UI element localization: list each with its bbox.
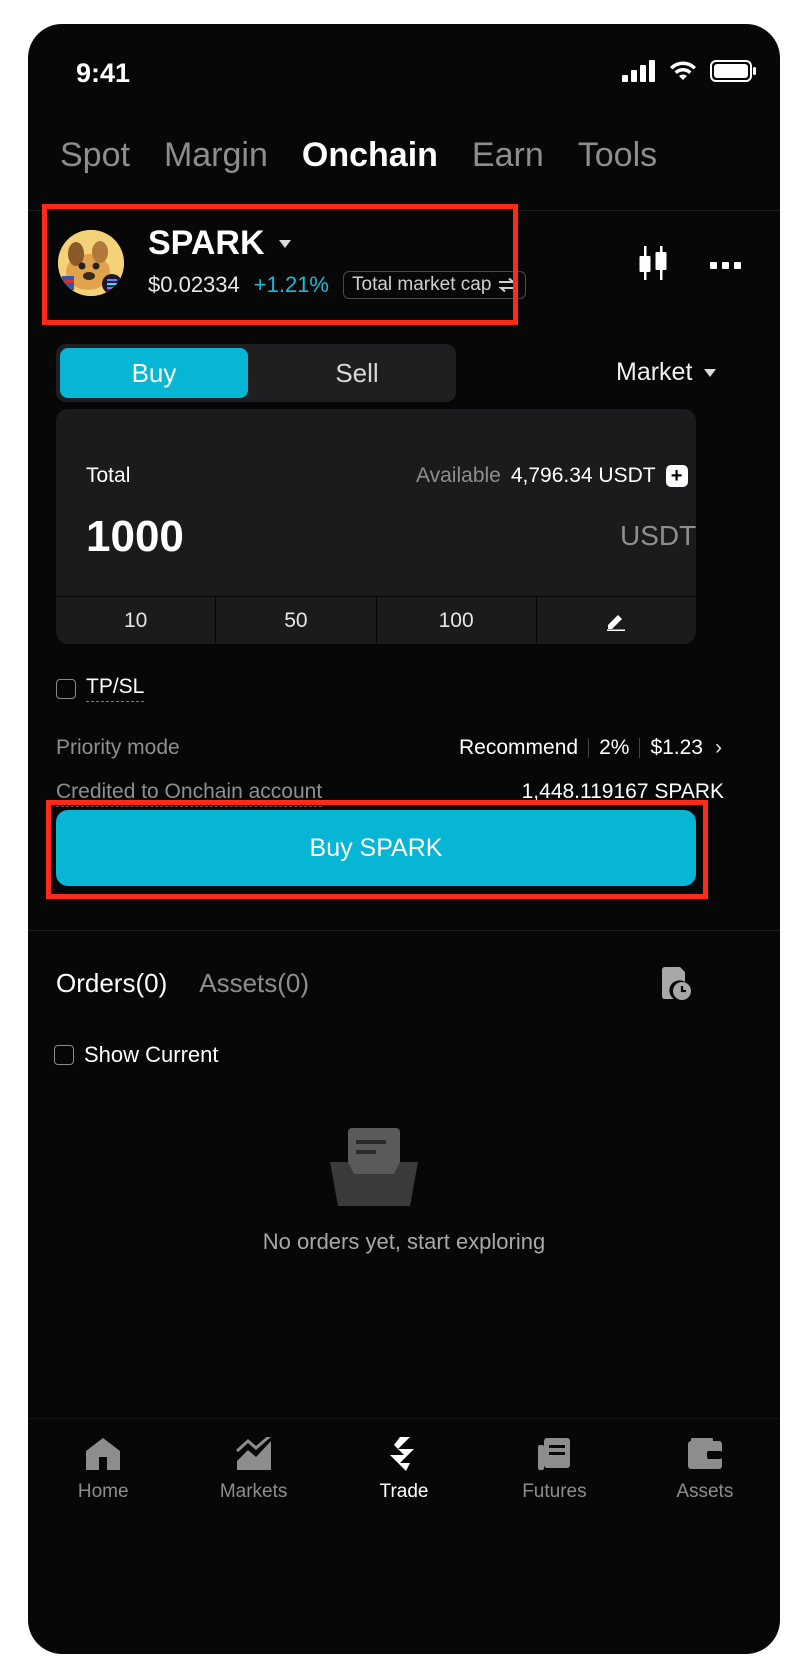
chevron-down-icon (704, 368, 717, 377)
home-icon (86, 1438, 121, 1470)
bottom-nav: Home Markets Trade Futures Assets (28, 1418, 780, 1539)
top-tabs: Spot Margin Onchain Earn Tools (60, 136, 657, 175)
buy-highlight-box (46, 800, 708, 899)
tab-onchain[interactable]: Onchain (302, 136, 438, 175)
markets-icon (235, 1437, 271, 1470)
section-divider (28, 930, 780, 931)
show-current-checkbox[interactable] (54, 1045, 74, 1065)
nav-home[interactable]: Home (28, 1419, 178, 1539)
status-time: 9:41 (76, 58, 131, 88)
quick-amount-10[interactable]: 10 (56, 596, 216, 644)
nav-futures-label: Futures (522, 1481, 587, 1502)
nav-home-label: Home (77, 1481, 129, 1502)
edit-quick-amounts-button[interactable] (535, 596, 696, 644)
tab-tools[interactable]: Tools (578, 136, 657, 175)
more-icon[interactable] (710, 262, 741, 269)
token-highlight-box (42, 204, 518, 325)
priority-mode-selector[interactable]: Recommend 2% $1.23 › (459, 736, 722, 760)
quick-amount-50[interactable]: 50 (215, 596, 376, 644)
nav-markets-label: Markets (219, 1481, 288, 1502)
nav-assets-label: Assets (676, 1481, 734, 1502)
status-icons (622, 60, 756, 82)
priority-mode-label: Priority mode (56, 736, 180, 759)
signal-icon (622, 60, 655, 82)
tpsl-checkbox[interactable] (56, 678, 76, 699)
wifi-icon (670, 61, 696, 80)
tpsl-toggle[interactable]: TP/SL (56, 675, 145, 702)
tpsl-label: TP/SL (86, 675, 145, 702)
available-balance: Available 4,796.34 USDT + (416, 464, 688, 488)
orders-tabs: Orders(0) Assets(0) (56, 968, 309, 999)
chevron-right-icon: › (715, 736, 722, 759)
battery-icon (710, 60, 756, 82)
nav-trade[interactable]: Trade (329, 1419, 479, 1539)
empty-orders-text: No orders yet, start exploring (262, 1229, 546, 1254)
sell-tab[interactable]: Sell (258, 348, 456, 398)
amount-input[interactable]: 1000 (86, 512, 184, 562)
tab-margin[interactable]: Margin (164, 136, 268, 175)
amount-unit: USDT (620, 520, 697, 551)
order-history-icon[interactable] (658, 966, 692, 1002)
available-value: 4,796.34 USDT (510, 464, 656, 487)
available-label: Available (416, 464, 501, 487)
futures-icon (538, 1438, 571, 1470)
buy-tab[interactable]: Buy (60, 348, 248, 398)
candlestick-chart-icon[interactable] (638, 246, 670, 280)
phone-screen: 9:41 Spot Margin Onchain Earn Tools SPAR… (28, 24, 780, 1654)
empty-orders-icon (330, 1128, 418, 1206)
add-funds-button[interactable]: + (665, 465, 688, 487)
show-current-label: Show Current (84, 1042, 219, 1067)
nav-trade-label: Trade (379, 1481, 429, 1502)
priority-mode-value: Recommend (459, 736, 579, 759)
nav-markets[interactable]: Markets (178, 1419, 328, 1539)
tab-orders[interactable]: Orders(0) (56, 968, 167, 999)
tab-earn[interactable]: Earn (472, 136, 544, 175)
tab-assets[interactable]: Assets(0) (199, 968, 309, 999)
priority-fee: $1.23 (650, 736, 703, 759)
order-type-select[interactable]: Market (616, 358, 717, 387)
trade-icon (390, 1437, 415, 1471)
tab-spot[interactable]: Spot (60, 136, 130, 175)
order-type-label: Market (616, 358, 693, 386)
quick-amount-100[interactable]: 100 (375, 596, 536, 644)
priority-slippage: 2% (599, 736, 630, 759)
quick-amounts: 10 50 100 (56, 596, 696, 644)
total-label: Total (86, 464, 131, 487)
wallet-icon (687, 1438, 722, 1469)
nav-assets[interactable]: Assets (630, 1419, 780, 1539)
show-current-toggle[interactable]: Show Current (54, 1042, 219, 1068)
pencil-icon (607, 614, 626, 631)
nav-futures[interactable]: Futures (479, 1419, 629, 1539)
